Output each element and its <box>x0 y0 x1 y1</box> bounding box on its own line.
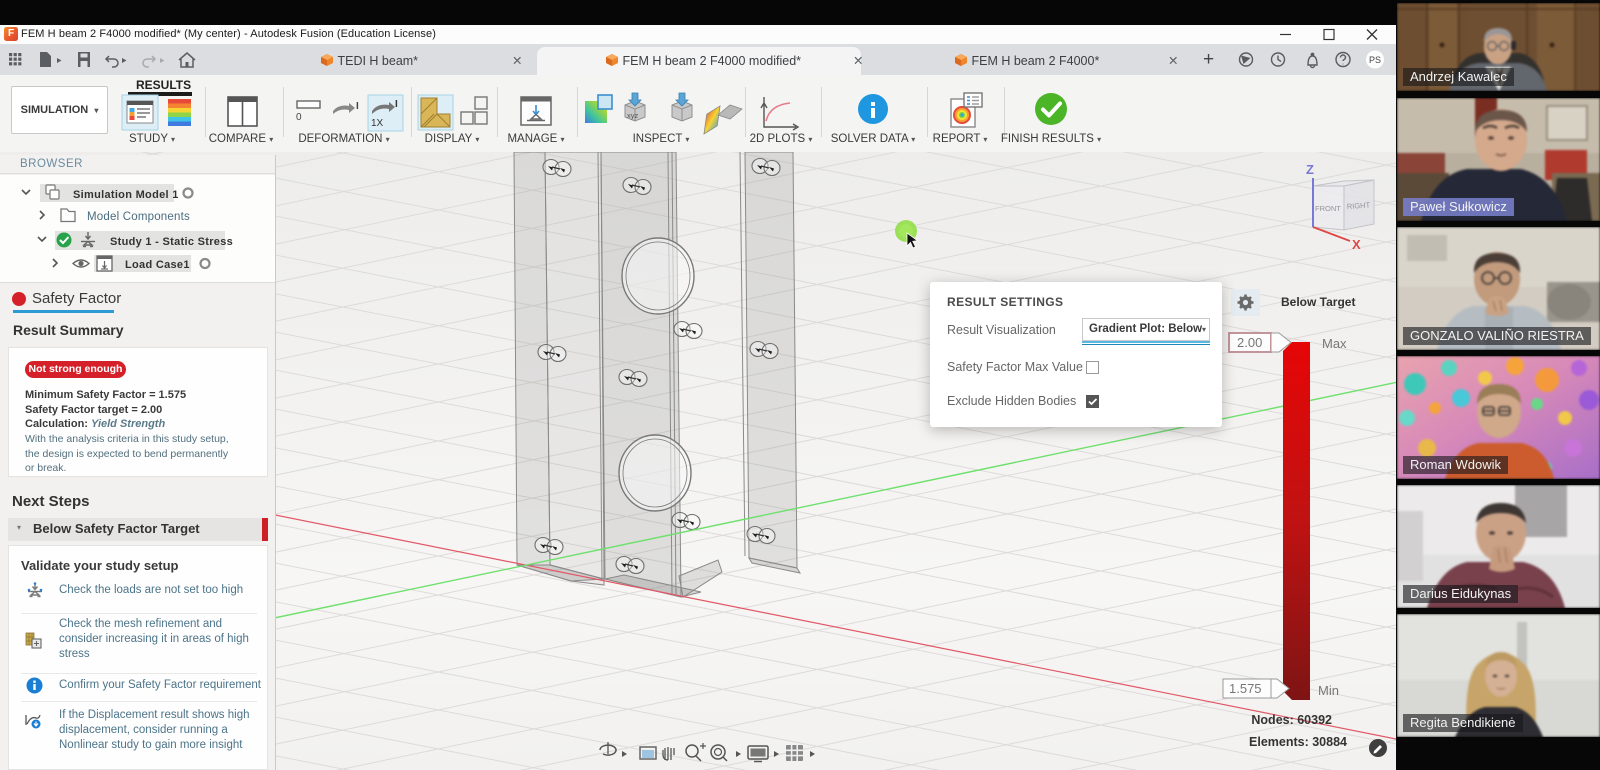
svg-text:X: X <box>1352 237 1361 252</box>
svg-text:Study 1 - Static Stress: Study 1 - Static Stress <box>110 236 233 248</box>
svg-text:FRONT: FRONT <box>1315 204 1341 213</box>
svg-text:Max: Max <box>1322 336 1347 351</box>
svg-text:1.575: 1.575 <box>1229 681 1262 696</box>
svg-text:I: I <box>356 101 359 112</box>
svg-text:RIGHT: RIGHT <box>1347 200 1371 211</box>
svg-text:2.00: 2.00 <box>1237 335 1262 350</box>
svg-text:Z: Z <box>1306 162 1314 177</box>
svg-text:Load Case1: Load Case1 <box>125 259 190 271</box>
svg-text:Elements: 30884: Elements: 30884 <box>1249 735 1347 749</box>
svg-text:Min: Min <box>1318 683 1339 698</box>
svg-text:1X: 1X <box>371 118 384 129</box>
svg-text:Simulation Model 1: Simulation Model 1 <box>73 189 179 201</box>
svg-text:PS: PS <box>1369 55 1381 65</box>
svg-text:xyz: xyz <box>627 111 639 120</box>
svg-text:Nodes: 60392: Nodes: 60392 <box>1251 713 1332 727</box>
svg-text:Model Components: Model Components <box>87 211 190 223</box>
svg-text:I: I <box>395 99 398 110</box>
svg-text:Below Target: Below Target <box>1281 295 1355 309</box>
svg-text:0: 0 <box>296 112 302 123</box>
